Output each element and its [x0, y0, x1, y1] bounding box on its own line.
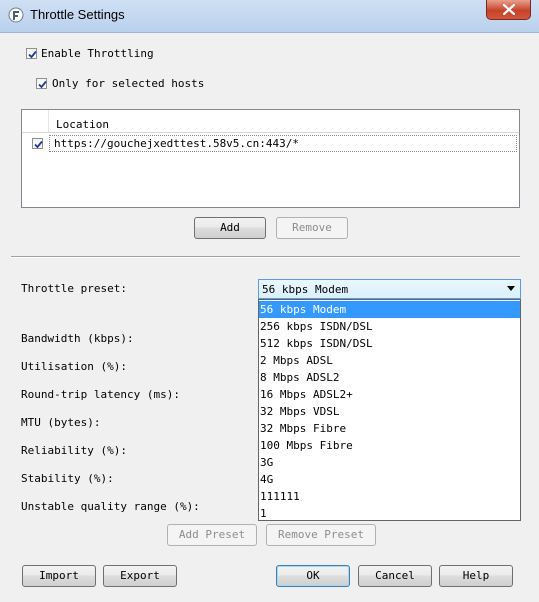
preset-option[interactable]: 2 Mbps ADSL: [259, 352, 520, 369]
throttle-preset-dropdown[interactable]: 56 kbps Modem 256 kbps ISDN/DSL 512 kbps…: [258, 299, 521, 521]
title-bar: Throttle Settings: [0, 0, 539, 33]
preset-option[interactable]: 3G: [259, 454, 520, 471]
preset-option[interactable]: 512 kbps ISDN/DSL: [259, 335, 520, 352]
fiddler-app-icon: [8, 7, 24, 23]
unstable-range-label: Unstable quality range (%):: [21, 500, 200, 513]
preset-option[interactable]: 4G: [259, 471, 520, 488]
preset-option[interactable]: 32 Mbps VDSL: [259, 403, 520, 420]
add-host-button[interactable]: Add: [194, 217, 266, 239]
bandwidth-label: Bandwidth (kbps):: [21, 332, 134, 345]
throttle-preset-select[interactable]: 56 kbps Modem: [258, 279, 521, 299]
preset-option[interactable]: 1: [259, 505, 520, 522]
table-row[interactable]: https://gouchejxedttest.58v5.cn:443/*: [22, 135, 519, 152]
latency-label: Round-trip latency (ms):: [21, 388, 180, 401]
export-button[interactable]: Export: [103, 565, 177, 587]
ok-button[interactable]: OK: [276, 565, 350, 587]
table-header: Location: [22, 110, 519, 133]
preset-option[interactable]: 256 kbps ISDN/DSL: [259, 318, 520, 335]
checkmark-icon: [38, 80, 47, 89]
checkmark-icon: [28, 50, 37, 59]
remove-preset-button[interactable]: Remove Preset: [266, 524, 376, 546]
reliability-label: Reliability (%):: [21, 444, 127, 457]
section-divider: [11, 256, 520, 258]
preset-option[interactable]: 8 Mbps ADSL2: [259, 369, 520, 386]
chevron-down-icon: [507, 286, 515, 291]
preset-option[interactable]: 16 Mbps ADSL2+: [259, 386, 520, 403]
stability-label: Stability (%):: [21, 472, 114, 485]
close-icon: [503, 4, 515, 15]
cancel-button[interactable]: Cancel: [358, 565, 432, 587]
remove-host-button[interactable]: Remove: [276, 217, 348, 239]
preset-option[interactable]: 100 Mbps Fibre: [259, 437, 520, 454]
import-button[interactable]: Import: [22, 565, 96, 587]
only-selected-hosts-checkbox[interactable]: [36, 78, 47, 89]
throttle-preset-value: 56 kbps Modem: [262, 283, 349, 296]
window-title: Throttle Settings: [30, 7, 125, 22]
checkmark-icon: [34, 140, 43, 149]
help-button[interactable]: Help: [439, 565, 513, 587]
column-separator: [48, 110, 49, 132]
preset-option[interactable]: 32 Mbps Fibre: [259, 420, 520, 437]
location-column-header[interactable]: Location: [56, 118, 109, 131]
host-location[interactable]: https://gouchejxedttest.58v5.cn:443/*: [54, 137, 299, 150]
hosts-table[interactable]: Location https://gouchejxedttest.58v5.cn…: [21, 109, 520, 208]
throttle-preset-label: Throttle preset:: [21, 282, 127, 295]
preset-option[interactable]: 56 kbps Modem: [259, 301, 520, 318]
preset-option[interactable]: 111111: [259, 488, 520, 505]
close-window-button[interactable]: [486, 0, 531, 20]
host-row-checkbox[interactable]: [32, 138, 43, 149]
mtu-label: MTU (bytes):: [21, 416, 101, 429]
utilisation-label: Utilisation (%):: [21, 360, 127, 373]
only-selected-hosts-label: Only for selected hosts: [52, 77, 205, 90]
add-preset-button[interactable]: Add Preset: [167, 524, 257, 546]
enable-throttling-checkbox[interactable]: [26, 48, 37, 59]
enable-throttling-label: Enable Throttling: [41, 47, 154, 60]
